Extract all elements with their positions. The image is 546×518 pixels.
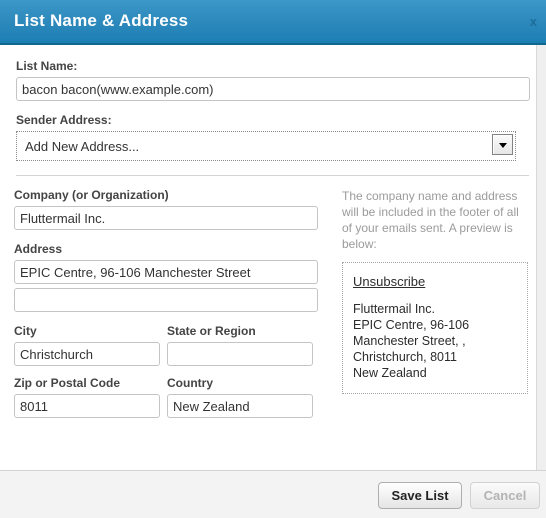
details-columns: Company (or Organization) Address City S…: [0, 176, 545, 418]
list-name-label: List Name:: [16, 59, 78, 73]
list-name-input[interactable]: [16, 77, 530, 101]
address-line2-input[interactable]: [14, 288, 318, 312]
preview-line: New Zealand: [353, 366, 427, 380]
zip-input[interactable]: [14, 394, 160, 418]
country-label: Country: [167, 376, 213, 390]
save-list-button[interactable]: Save List: [378, 482, 462, 509]
dialog-title: List Name & Address: [14, 11, 189, 30]
company-label: Company (or Organization): [14, 188, 169, 202]
address-label: Address: [14, 242, 63, 256]
country-field-group: Country: [167, 376, 313, 418]
footer-preview-box: Unsubscribe Fluttermail Inc. EPIC Centre…: [342, 262, 528, 394]
preview-column: The company name and address will be inc…: [342, 188, 528, 394]
dialog-body: List Name: Sender Address: Add New Addre…: [0, 45, 546, 470]
zip-label: Zip or Postal Code: [14, 376, 121, 390]
address-form-column: Company (or Organization) Address City S…: [14, 188, 326, 428]
preview-line: Fluttermail Inc.: [353, 302, 435, 316]
sender-address-selected-value: Add New Address...: [18, 133, 514, 159]
sender-address-select[interactable]: Add New Address...: [16, 131, 516, 161]
preview-helper-text: The company name and address will be inc…: [342, 189, 519, 251]
dialog-titlebar: List Name & Address x: [0, 0, 546, 45]
address-line1-input[interactable]: [14, 260, 318, 284]
close-icon[interactable]: x: [526, 13, 541, 30]
chevron-down-icon[interactable]: [492, 134, 513, 155]
preview-line: Christchurch, 8011: [353, 350, 457, 364]
zip-field-group: Zip or Postal Code: [14, 376, 160, 418]
top-section: List Name: Sender Address: Add New Addre…: [0, 45, 545, 161]
dialog-footer: Save List Cancel: [0, 470, 546, 518]
city-state-row: City State or Region: [14, 324, 326, 376]
scrollbar-track[interactable]: [536, 45, 546, 470]
country-input[interactable]: [167, 394, 313, 418]
state-label: State or Region: [167, 324, 256, 338]
city-field-group: City: [14, 324, 160, 366]
company-input[interactable]: [14, 206, 318, 230]
preview-line: EPIC Centre, 96-106: [353, 318, 470, 332]
city-label: City: [14, 324, 37, 338]
state-field-group: State or Region: [167, 324, 313, 366]
sender-address-label: Sender Address:: [16, 113, 112, 127]
preview-line: Manchester Street, ,: [353, 334, 466, 348]
state-input[interactable]: [167, 342, 313, 366]
cancel-button: Cancel: [470, 482, 540, 509]
list-name-address-dialog: List Name & Address x List Name: Sender …: [0, 0, 546, 518]
unsubscribe-link[interactable]: Unsubscribe: [353, 274, 425, 289]
city-input[interactable]: [14, 342, 160, 366]
zip-country-row: Zip or Postal Code Country: [14, 376, 326, 428]
